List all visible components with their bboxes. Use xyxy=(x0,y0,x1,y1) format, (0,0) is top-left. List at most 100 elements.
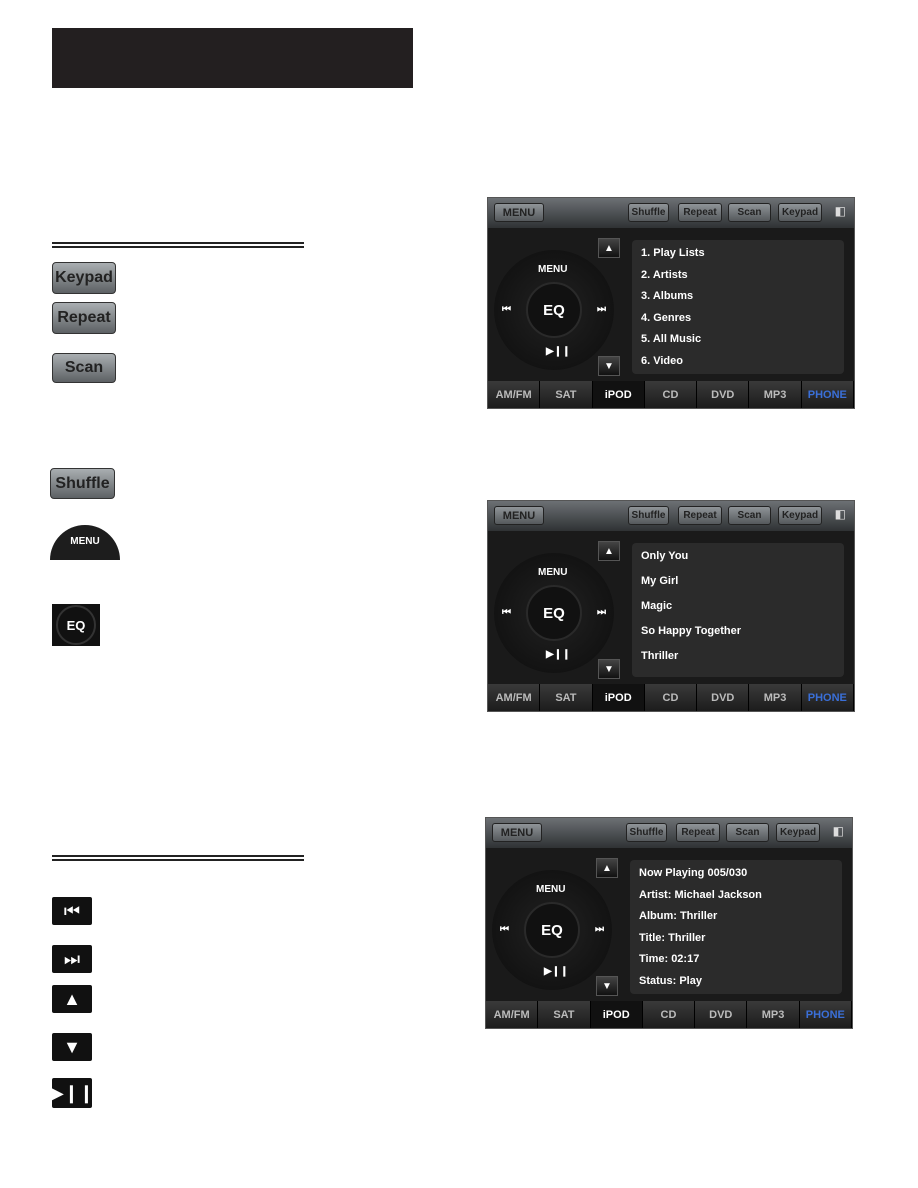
prev-icon[interactable]: ⏮ xyxy=(502,304,511,315)
list-item[interactable]: Title: Thriller xyxy=(639,932,705,944)
repeat-button[interactable]: Repeat xyxy=(676,823,720,842)
ipod-screen: MENU Shuffle Repeat Scan Keypad ◧ MENU ⏮ ⏭ ▶❙… xyxy=(485,817,853,1029)
keypad-button[interactable]: Keypad xyxy=(778,506,822,525)
scan-button-icon: Scan xyxy=(52,353,116,383)
tab-dvd[interactable]: DVD xyxy=(695,1001,748,1028)
list-item[interactable]: 3. Albums xyxy=(641,290,693,302)
tab-amfm[interactable]: AM/FM xyxy=(488,381,541,408)
keypad-button[interactable]: Keypad xyxy=(776,823,820,842)
list-item[interactable]: Magic xyxy=(641,600,672,612)
scan-button[interactable]: Scan xyxy=(726,823,769,842)
control-dial[interactable]: MENU ⏮ ⏭ ▶❙❙ EQ xyxy=(494,250,614,370)
tab-amfm[interactable]: AM/FM xyxy=(486,1001,539,1028)
tab-cd[interactable]: CD xyxy=(644,381,698,408)
list-item[interactable]: Only You xyxy=(641,550,688,562)
list-item[interactable]: Status: Play xyxy=(639,975,702,987)
source-tabs: AM/FM SAT iPOD CD DVD MP3 PHONE xyxy=(488,684,854,711)
scroll-up-button[interactable]: ▲ xyxy=(598,541,620,561)
scan-button[interactable]: Scan xyxy=(728,506,771,525)
tab-sat[interactable]: SAT xyxy=(538,1001,591,1028)
section-header-bar xyxy=(52,28,413,88)
tab-amfm[interactable]: AM/FM xyxy=(488,684,541,711)
scroll-down-button[interactable]: ▼ xyxy=(598,659,620,679)
tab-mp3[interactable]: MP3 xyxy=(747,1001,800,1028)
play-pause-icon: ▶❙❙ xyxy=(50,1078,94,1108)
play-pause-icon[interactable]: ▶❙❙ xyxy=(546,649,570,660)
next-icon[interactable]: ⏭ xyxy=(595,924,604,935)
repeat-button[interactable]: Repeat xyxy=(678,506,722,525)
menu-label: MENU xyxy=(70,536,100,547)
list-item[interactable]: Artist: Michael Jackson xyxy=(639,889,762,901)
repeat-button[interactable]: Repeat xyxy=(678,203,722,222)
tab-cd[interactable]: CD xyxy=(644,684,698,711)
tab-phone[interactable]: PHONE xyxy=(801,381,854,408)
list-item[interactable]: 4. Genres xyxy=(641,312,691,324)
arrow-up-icon: ▲ xyxy=(52,985,92,1013)
list-item[interactable]: 1. Play Lists xyxy=(641,247,705,259)
speaker-icon[interactable]: ◧ xyxy=(833,824,844,838)
speaker-icon[interactable]: ◧ xyxy=(835,507,846,521)
list-item[interactable]: 6. Video xyxy=(641,355,683,367)
shuffle-button[interactable]: Shuffle xyxy=(626,823,667,842)
eq-button[interactable]: EQ xyxy=(526,585,582,641)
scroll-up-button[interactable]: ▲ xyxy=(596,858,618,878)
shuffle-button[interactable]: Shuffle xyxy=(628,203,669,222)
list-item[interactable]: My Girl xyxy=(641,575,678,587)
speaker-icon[interactable]: ◧ xyxy=(835,204,846,218)
scan-button[interactable]: Scan xyxy=(728,203,771,222)
prev-icon[interactable]: ⏮ xyxy=(500,924,509,935)
tab-ipod[interactable]: iPOD xyxy=(590,1001,643,1028)
skip-forward-icon: ⏭ xyxy=(52,945,92,973)
menu-button[interactable]: MENU xyxy=(492,823,542,842)
list-item[interactable]: Thriller xyxy=(641,650,678,662)
list-item[interactable]: Album: Thriller xyxy=(639,910,717,922)
eq-button[interactable]: EQ xyxy=(526,282,582,338)
list-item[interactable]: So Happy Together xyxy=(641,625,741,637)
ipod-screen: MENU Shuffle Repeat Scan Keypad ◧ MENU ⏮ ⏭ ▶❙… xyxy=(487,197,855,409)
scroll-down-button[interactable]: ▼ xyxy=(596,976,618,996)
scroll-up-button[interactable]: ▲ xyxy=(598,238,620,258)
tab-sat[interactable]: SAT xyxy=(540,381,593,408)
arrow-down-icon: ▼ xyxy=(52,1033,92,1061)
scroll-down-button[interactable]: ▼ xyxy=(598,356,620,376)
shuffle-button[interactable]: Shuffle xyxy=(628,506,669,525)
prev-icon[interactable]: ⏮ xyxy=(502,607,511,618)
keypad-button[interactable]: Keypad xyxy=(778,203,822,222)
play-pause-icon[interactable]: ▶❙❙ xyxy=(546,346,570,357)
tab-phone[interactable]: PHONE xyxy=(799,1001,852,1028)
next-icon[interactable]: ⏭ xyxy=(597,607,606,618)
divider xyxy=(52,242,304,248)
source-tabs: AM/FM SAT iPOD CD DVD MP3 PHONE xyxy=(488,381,854,408)
keypad-button-icon: Keypad xyxy=(52,262,116,294)
menu-dial-icon: MENU xyxy=(50,525,120,560)
tab-sat[interactable]: SAT xyxy=(540,684,593,711)
tab-ipod[interactable]: iPOD xyxy=(592,381,645,408)
list-panel: Now Playing 005/030 Artist: Michael Jacks… xyxy=(630,860,842,994)
tab-ipod[interactable]: iPOD xyxy=(592,684,645,711)
tab-phone[interactable]: PHONE xyxy=(801,684,854,711)
tab-dvd[interactable]: DVD xyxy=(697,684,750,711)
control-dial[interactable]: MENU ⏮ ⏭ ▶❙❙ EQ xyxy=(492,870,612,990)
dial-menu[interactable]: MENU xyxy=(538,567,567,578)
dial-menu[interactable]: MENU xyxy=(536,884,565,895)
next-icon[interactable]: ⏭ xyxy=(597,304,606,315)
list-item[interactable]: Time: 02:17 xyxy=(639,953,699,965)
menu-button[interactable]: MENU xyxy=(494,506,544,525)
tab-cd[interactable]: CD xyxy=(642,1001,696,1028)
list-panel: 1. Play Lists 2. Artists 3. Albums 4. Genre… xyxy=(632,240,844,374)
eq-button[interactable]: EQ xyxy=(524,902,580,958)
divider xyxy=(52,855,304,861)
tab-mp3[interactable]: MP3 xyxy=(749,684,802,711)
play-pause-icon[interactable]: ▶❙❙ xyxy=(544,966,568,977)
dial-menu[interactable]: MENU xyxy=(538,264,567,275)
tab-mp3[interactable]: MP3 xyxy=(749,381,802,408)
list-item[interactable]: Now Playing 005/030 xyxy=(639,867,747,879)
ipod-screen: MENU Shuffle Repeat Scan Keypad ◧ MENU ⏮ ⏭ ▶❙… xyxy=(487,500,855,712)
top-bar: MENU Shuffle Repeat Scan Keypad ◧ xyxy=(488,501,854,531)
list-item[interactable]: 2. Artists xyxy=(641,269,688,281)
repeat-button-icon: Repeat xyxy=(52,302,116,334)
list-item[interactable]: 5. All Music xyxy=(641,333,701,345)
control-dial[interactable]: MENU ⏮ ⏭ ▶❙❙ EQ xyxy=(494,553,614,673)
tab-dvd[interactable]: DVD xyxy=(697,381,750,408)
menu-button[interactable]: MENU xyxy=(494,203,544,222)
